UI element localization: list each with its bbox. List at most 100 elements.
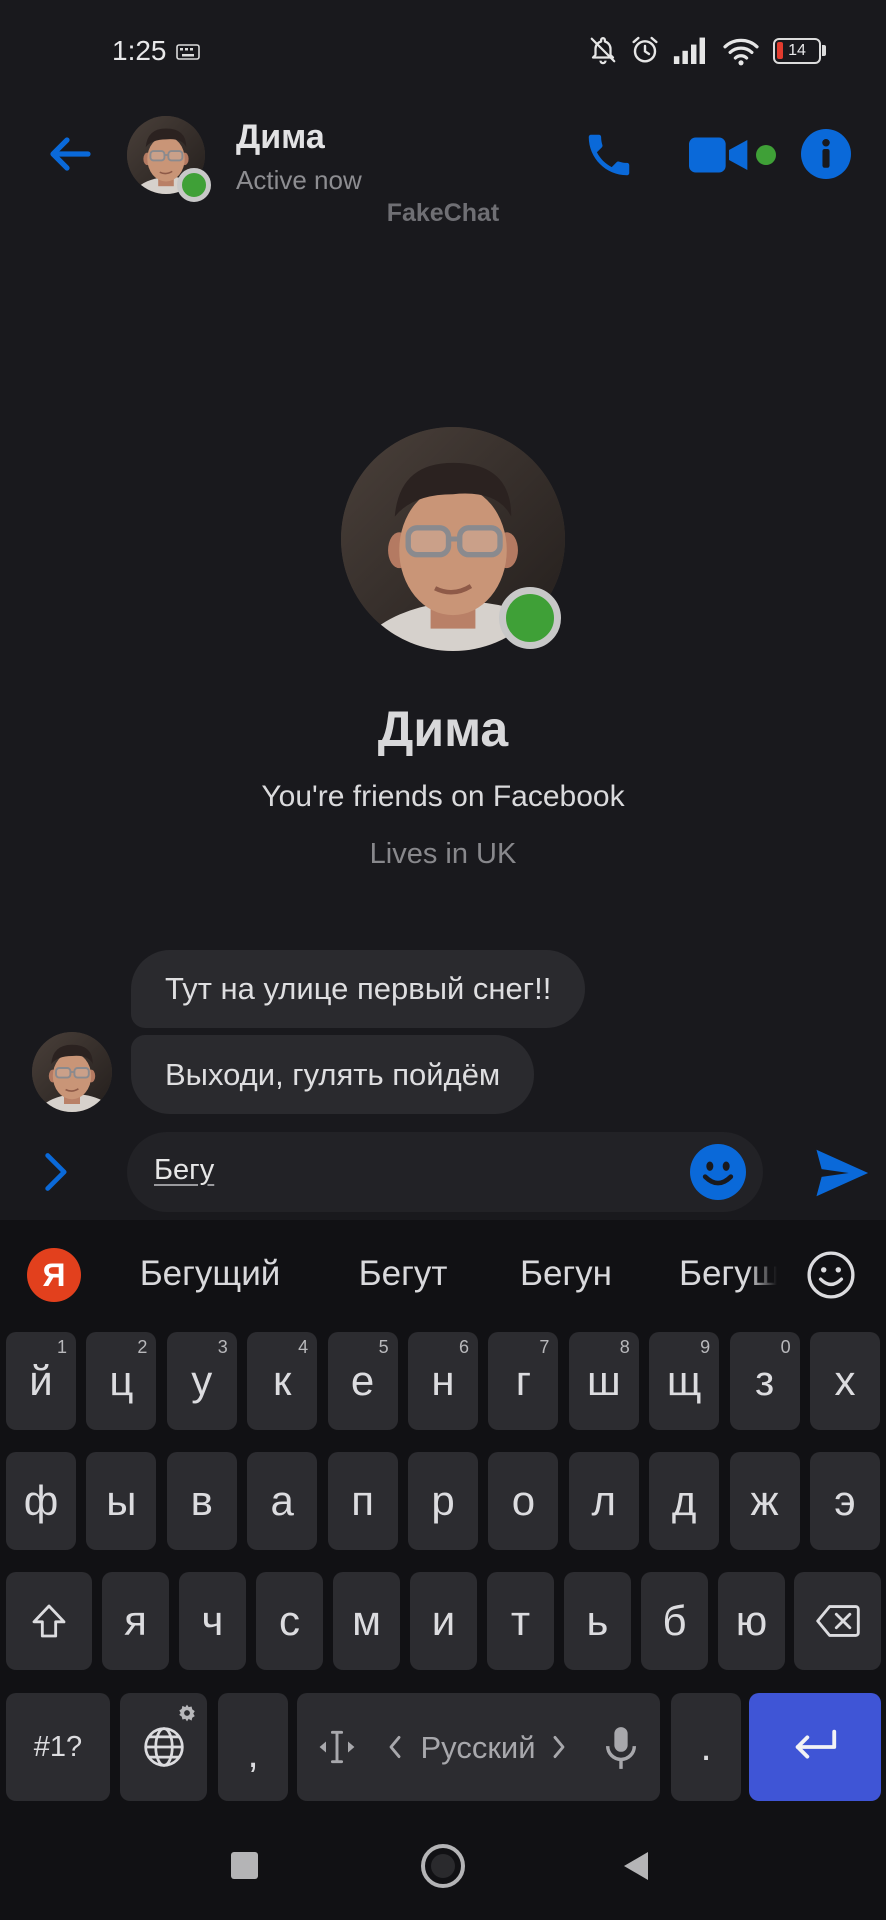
letter-key[interactable]: р (408, 1452, 478, 1550)
key-label: я (124, 1597, 147, 1644)
messenger-chat-screen: 1:25 14 Дима Active now FakeChat Дима Yo… (0, 0, 886, 1920)
arrow-left-icon[interactable] (44, 130, 96, 178)
key-label: ц (109, 1357, 134, 1404)
profile-name: Дима (377, 701, 509, 757)
key-label: п (351, 1477, 374, 1524)
letter-key[interactable]: х (810, 1332, 880, 1430)
letter-key[interactable]: и (410, 1572, 477, 1670)
key-number-hint: 9 (700, 1337, 711, 1357)
letter-key[interactable]: з0 (729, 1332, 800, 1430)
battery-nub (822, 45, 826, 56)
letter-key[interactable]: я (102, 1572, 169, 1670)
key-number-hint: 8 (619, 1337, 630, 1357)
message-bubble[interactable]: Тут на улице первый снег!! (131, 950, 586, 1028)
key-label: э (834, 1477, 856, 1524)
suggestion[interactable]: Бегут (359, 1254, 448, 1294)
key-label: у (191, 1357, 213, 1404)
letter-key[interactable]: д (649, 1452, 720, 1550)
letter-key[interactable]: с (256, 1572, 323, 1670)
letter-key[interactable]: й1 (6, 1332, 76, 1430)
key-label: ш (586, 1357, 621, 1404)
chevron-left-icon (387, 1734, 403, 1760)
letter-key[interactable]: п (327, 1452, 398, 1550)
key-label: д (671, 1477, 697, 1524)
battery-percent: 14 (788, 42, 806, 59)
key-number-hint: 1 (56, 1337, 67, 1357)
letter-key[interactable]: е5 (327, 1332, 398, 1430)
letter-key[interactable]: т (487, 1572, 554, 1670)
letter-key[interactable]: в (166, 1452, 237, 1550)
emoji-icon[interactable] (690, 1144, 746, 1200)
letter-key[interactable]: к4 (247, 1332, 318, 1430)
key-label: щ (666, 1357, 702, 1404)
profile-location: Lives in UK (369, 838, 517, 870)
key-label: л (591, 1477, 617, 1524)
video-camera-icon[interactable] (689, 135, 749, 175)
message-input[interactable]: Бегу (127, 1132, 763, 1212)
comma-key[interactable]: , (218, 1693, 288, 1801)
letter-key[interactable]: ц2 (86, 1332, 157, 1430)
send-icon[interactable] (810, 1142, 872, 1204)
key-number-hint: 3 (217, 1337, 228, 1357)
letter-key[interactable]: ч (179, 1572, 246, 1670)
profile-friends-text: You're friends on Facebook (261, 780, 625, 813)
message-bubble[interactable]: Выходи, гулять пойдём (131, 1035, 535, 1114)
info-icon[interactable] (801, 129, 851, 179)
suggestion[interactable]: Бегущ (679, 1254, 777, 1298)
emoji-outline-icon[interactable] (806, 1250, 856, 1300)
contact-name[interactable]: Дима (236, 118, 325, 157)
letter-key[interactable]: э (810, 1452, 880, 1550)
key-label: н (431, 1357, 455, 1404)
cursor-icon (315, 1725, 359, 1769)
yandex-logo[interactable]: Я (27, 1248, 81, 1302)
letter-key[interactable]: ф (6, 1452, 76, 1550)
letter-key[interactable]: о (488, 1452, 559, 1550)
key-number-hint: 6 (458, 1337, 469, 1357)
home-circle-icon[interactable] (421, 1844, 465, 1888)
battery-icon: 14 (773, 38, 821, 64)
shift-key[interactable] (6, 1572, 92, 1670)
letter-key[interactable]: а (247, 1452, 318, 1550)
key-label: х (834, 1357, 856, 1404)
key-label: к (273, 1357, 292, 1404)
enter-key[interactable] (749, 1693, 881, 1801)
watermark: FakeChat (386, 199, 500, 227)
letter-key[interactable]: ь (564, 1572, 631, 1670)
language-switch-key[interactable] (120, 1693, 207, 1801)
keyboard: Я Бегущий Бегут Бегун Бегущ #1? , Русски… (0, 1220, 886, 1920)
suggestion[interactable]: Бегун (520, 1254, 612, 1294)
backspace-key[interactable] (794, 1572, 881, 1670)
period-key[interactable]: . (671, 1693, 741, 1801)
keyboard-icon (176, 44, 200, 60)
key-label: е (350, 1357, 375, 1404)
microphone-icon[interactable] (602, 1725, 640, 1771)
video-active-dot (756, 145, 776, 165)
letter-key[interactable]: у3 (166, 1332, 237, 1430)
signal-icon (672, 36, 710, 64)
globe-icon (142, 1725, 186, 1769)
enter-icon (790, 1727, 840, 1767)
letter-key[interactable]: н6 (408, 1332, 478, 1430)
key-label: м (352, 1597, 381, 1644)
back-triangle-icon[interactable] (622, 1850, 650, 1882)
letter-key[interactable]: м (333, 1572, 400, 1670)
key-label: т (510, 1597, 531, 1644)
suggestion[interactable]: Бегущий (140, 1254, 281, 1294)
recents-square-icon[interactable] (231, 1852, 258, 1879)
letter-key[interactable]: ж (729, 1452, 800, 1550)
symbols-key[interactable]: #1? (6, 1693, 110, 1801)
chevron-right-icon[interactable] (40, 1150, 70, 1194)
letter-key[interactable]: ы (86, 1452, 157, 1550)
contact-status: Active now (236, 165, 362, 195)
space-bar[interactable]: Русский (297, 1693, 660, 1801)
backspace-icon (815, 1603, 860, 1639)
key-label: ф (23, 1477, 59, 1524)
letter-key[interactable]: ю (718, 1572, 785, 1670)
letter-key[interactable]: б (641, 1572, 708, 1670)
letter-key[interactable]: ш8 (568, 1332, 639, 1430)
letter-key[interactable]: щ9 (649, 1332, 720, 1430)
letter-key[interactable]: л (568, 1452, 639, 1550)
letter-key[interactable]: г7 (488, 1332, 559, 1430)
message-avatar[interactable] (32, 1032, 112, 1112)
phone-icon[interactable] (582, 128, 636, 182)
